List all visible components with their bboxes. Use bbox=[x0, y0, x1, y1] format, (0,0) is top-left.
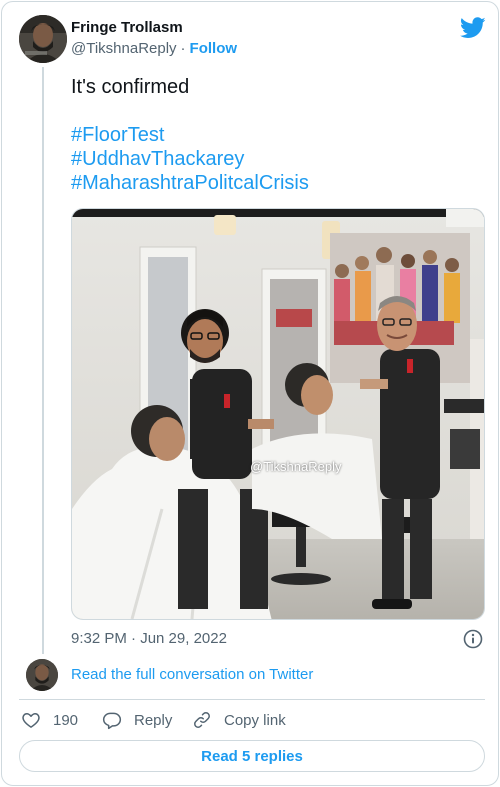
author-display-name[interactable]: Fringe Trollasm bbox=[71, 19, 183, 37]
separator-dot: · bbox=[180, 40, 186, 57]
divider bbox=[19, 699, 485, 700]
read-replies-button[interactable]: Read 5 replies bbox=[19, 740, 485, 772]
follow-button[interactable]: Follow bbox=[190, 40, 238, 57]
hashtag-floortest[interactable]: #FloorTest bbox=[71, 123, 481, 147]
link-icon bbox=[194, 712, 210, 728]
tweet-text-spacer bbox=[71, 99, 481, 123]
hashtag-uddhavthackarey[interactable]: #UddhavThackarey bbox=[71, 147, 481, 171]
tweet-text-main: It's confirmed bbox=[71, 76, 190, 98]
tweet-media[interactable]: @TikshnaReply bbox=[71, 208, 485, 620]
heart-icon bbox=[22, 713, 40, 728]
meme-photo bbox=[72, 209, 484, 619]
tweet-timestamp[interactable]: 9:32 PM · Jun 29, 2022 bbox=[71, 630, 227, 648]
reply-button[interactable]: Reply bbox=[102, 709, 172, 731]
author-avatar-small[interactable] bbox=[26, 659, 58, 691]
avatar-small-image bbox=[26, 659, 58, 691]
tweet-text: It's confirmed #FloorTest #UddhavThackar… bbox=[71, 75, 481, 195]
read-full-conversation-link[interactable]: Read the full conversation on Twitter bbox=[71, 666, 313, 684]
like-count: 190 bbox=[53, 711, 79, 729]
media-watermark: @TikshnaReply bbox=[250, 459, 342, 474]
twitter-bird-icon[interactable] bbox=[460, 17, 486, 39]
author-avatar[interactable] bbox=[19, 15, 67, 63]
reply-label: Reply bbox=[134, 711, 173, 729]
hashtag-maharashtra-crisis[interactable]: #MaharashtraPolitcalCrisis bbox=[71, 171, 481, 195]
avatar-image bbox=[19, 15, 67, 63]
thread-line bbox=[42, 67, 44, 654]
info-icon[interactable] bbox=[463, 629, 483, 649]
copy-link-label: Copy link bbox=[224, 711, 286, 729]
author-handle-row: @TikshnaReply · Follow bbox=[71, 40, 237, 58]
author-handle[interactable]: @TikshnaReply bbox=[71, 40, 177, 57]
reply-bubble-icon bbox=[102, 712, 122, 730]
copy-link-button[interactable]: Copy link bbox=[192, 709, 286, 731]
like-button[interactable]: 190 bbox=[21, 709, 78, 731]
tweet-card: Fringe Trollasm @TikshnaReply · Follow It'… bbox=[1, 1, 499, 786]
